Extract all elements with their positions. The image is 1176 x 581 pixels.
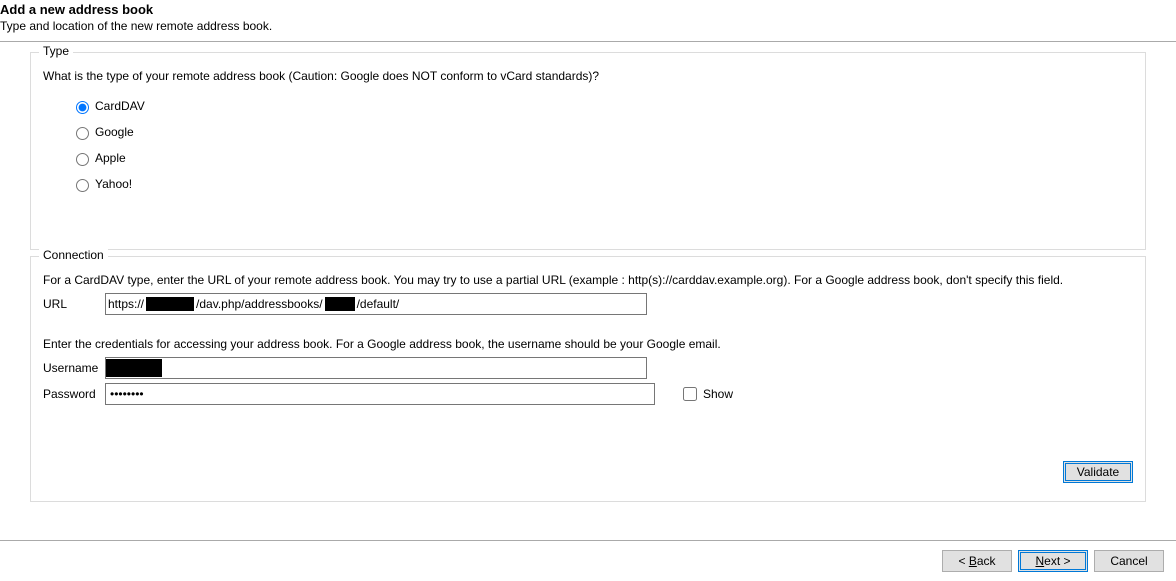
wizard-header: Add a new address book Type and location… [0,0,1176,42]
url-label: URL [43,297,105,311]
connection-groupbox: Connection For a CardDAV type, enter the… [30,256,1146,502]
type-question: What is the type of your remote address … [43,69,1133,83]
radio-carddav-label[interactable]: CardDAV [95,99,145,113]
type-group-label: Type [39,44,73,58]
show-password-label[interactable]: Show [703,387,733,401]
wizard-content: Type What is the type of your remote add… [0,42,1176,502]
show-password-checkbox[interactable] [683,387,697,401]
url-part-3: /default/ [355,297,402,311]
url-redacted-user [325,297,355,311]
back-prefix: < [958,554,968,568]
url-part-1: https:// [106,297,146,311]
back-button[interactable]: < Back [942,550,1012,572]
next-accel: N [1035,554,1044,568]
radio-yahoo[interactable] [76,179,89,192]
credentials-desc: Enter the credentials for accessing your… [43,337,1133,351]
type-groupbox: Type What is the type of your remote add… [30,52,1146,250]
radio-apple-label[interactable]: Apple [95,151,126,165]
username-label: Username [43,361,105,375]
connection-group-label: Connection [39,248,108,262]
type-radio-list: CardDAV Google Apple Yahoo! [43,93,1133,197]
connection-url-desc: For a CardDAV type, enter the URL of you… [43,273,1133,287]
url-part-2: /dav.php/addressbooks/ [194,297,325,311]
next-button[interactable]: Next > [1018,550,1088,572]
back-rest: ack [977,554,996,568]
next-rest: ext > [1044,554,1070,568]
url-input[interactable]: https:// /dav.php/addressbooks/ /default… [105,293,647,315]
username-input[interactable] [105,357,647,379]
cancel-button[interactable]: Cancel [1094,550,1164,572]
password-input[interactable] [105,383,655,405]
back-accel: B [969,554,977,568]
username-redacted [106,359,162,377]
radio-yahoo-label[interactable]: Yahoo! [95,177,132,191]
radio-apple[interactable] [76,153,89,166]
radio-google-label[interactable]: Google [95,125,134,139]
url-redacted-host [146,297,194,311]
radio-google[interactable] [76,127,89,140]
radio-carddav[interactable] [76,101,89,114]
wizard-subtitle: Type and location of the new remote addr… [0,19,1176,33]
wizard-title: Add a new address book [0,2,1176,17]
wizard-footer: < Back Next > Cancel [0,540,1176,581]
validate-button[interactable]: Validate [1063,461,1133,483]
password-label: Password [43,387,105,401]
